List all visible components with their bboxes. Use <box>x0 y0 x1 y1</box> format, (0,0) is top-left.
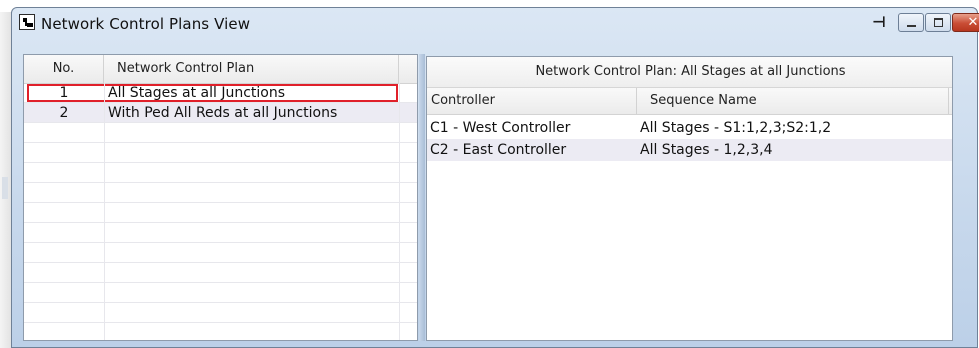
grid-line <box>24 122 417 123</box>
maximize-icon <box>933 18 943 27</box>
close-icon: ✕ <box>967 15 979 30</box>
grid-line <box>24 162 417 163</box>
plan-detail-header: Controller Sequence Name <box>427 88 952 115</box>
grid-line <box>24 262 417 263</box>
table-row[interactable]: C2 - East Controller All Stages - 1,2,3,4 <box>427 139 952 161</box>
pane-splitter[interactable] <box>419 54 425 341</box>
grid-line <box>24 302 417 303</box>
column-header-plan[interactable]: Network Control Plan <box>104 55 399 83</box>
controller-name: C1 - West Controller <box>430 120 571 136</box>
window-title: Network Control Plans View <box>41 15 251 33</box>
plan-detail-caption: Network Control Plan: All Stages at all … <box>427 57 952 88</box>
close-button[interactable]: ✕ <box>952 13 979 32</box>
maximize-button[interactable] <box>925 13 951 32</box>
grid-line <box>104 83 105 340</box>
sequence-name: All Stages - S1:1,2,3;S2:1,2 <box>640 120 832 136</box>
minimize-button[interactable] <box>898 13 924 32</box>
grid-line <box>24 322 417 323</box>
plan-detail-table: Network Control Plan: All Stages at all … <box>426 56 953 341</box>
grid-line <box>24 222 417 223</box>
minimize-icon <box>906 24 916 27</box>
grid-line <box>24 282 417 283</box>
column-header-controller[interactable]: Controller <box>427 88 637 114</box>
table-row[interactable]: C1 - West Controller All Stages - S1:1,2,… <box>427 117 952 139</box>
controller-name: C2 - East Controller <box>430 142 567 158</box>
grid-line <box>399 83 400 340</box>
sequence-name: All Stages - 1,2,3,4 <box>640 142 773 158</box>
window-controls: ✕ <box>898 13 979 32</box>
table-row[interactable]: 1 All Stages at all Junctions <box>24 83 417 103</box>
background-edge <box>0 12 11 348</box>
plan-name: With Ped All Reds at all Junctions <box>108 105 338 121</box>
selection-highlight <box>27 84 398 102</box>
app-icon <box>19 14 35 30</box>
title-bar[interactable]: Network Control Plans View ⊣ ✕ <box>12 8 979 38</box>
grid-line <box>24 202 417 203</box>
grid-line <box>24 242 417 243</box>
edge-notch <box>2 177 8 199</box>
grid-line <box>24 142 417 143</box>
grid-line <box>24 182 417 183</box>
plan-number: 2 <box>59 105 69 121</box>
table-row[interactable]: 2 With Ped All Reds at all Junctions <box>24 103 417 123</box>
column-header-sequence[interactable]: Sequence Name <box>637 88 949 114</box>
plans-table-header: No. Network Control Plan <box>24 55 417 84</box>
column-header-no[interactable]: No. <box>24 55 104 83</box>
plans-table: No. Network Control Plan 1 All Stages at … <box>23 54 418 341</box>
pin-icon[interactable]: ⊣ <box>869 13 889 31</box>
